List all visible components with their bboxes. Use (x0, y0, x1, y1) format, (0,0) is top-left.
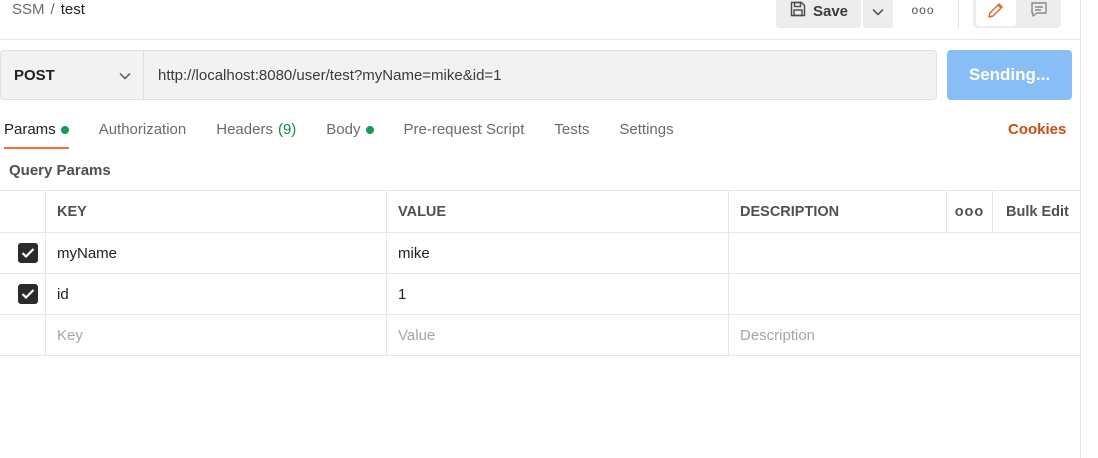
breadcrumb-separator: / (50, 1, 55, 18)
tab-label: Params (4, 121, 56, 138)
more-actions-button[interactable]: ooo (905, 0, 941, 20)
more-icon: ooo (954, 203, 985, 220)
param-description-cell[interactable] (728, 233, 1081, 273)
query-params-title: Query Params (9, 162, 111, 179)
bulk-edit-button[interactable]: Bulk Edit (992, 191, 1081, 232)
row-checkbox[interactable] (17, 284, 38, 304)
breadcrumb-collection[interactable]: SSM (12, 0, 45, 20)
tab-label: Headers (216, 121, 273, 138)
breadcrumb: SSM / test (12, 0, 85, 20)
comment-icon (1029, 0, 1049, 23)
save-options-button[interactable] (863, 0, 893, 28)
header-checkbox-column (0, 191, 45, 232)
column-header-description: DESCRIPTION (728, 191, 946, 232)
documentation-button[interactable] (976, 0, 1016, 26)
new-value-input[interactable]: Value (386, 315, 728, 355)
table-row: id 1 (0, 274, 1081, 315)
check-icon (21, 289, 34, 300)
tab-body[interactable]: Body (326, 118, 374, 150)
tab-label: Settings (619, 121, 674, 138)
breadcrumb-request-name[interactable]: test (61, 0, 85, 20)
chevron-down-icon (119, 67, 131, 83)
tab-label: Body (326, 121, 361, 138)
tab-label: Authorization (98, 121, 187, 138)
status-dot-icon (365, 126, 374, 134)
request-tabs: Params Authorization Headers (9) Body Pr… (4, 118, 704, 150)
url-input[interactable]: http://localhost:8080/user/test?myName=m… (143, 50, 937, 100)
send-button[interactable]: Sending... (947, 50, 1072, 100)
tab-params[interactable]: Params (4, 118, 69, 150)
params-table: KEY VALUE DESCRIPTION ooo Bulk Edit myNa… (0, 190, 1081, 356)
row-checkbox-cell (0, 233, 45, 273)
headers-count: (9) (277, 121, 297, 138)
save-label: Save (812, 2, 849, 20)
column-options-button[interactable]: ooo (946, 191, 992, 232)
tab-label: Pre-request Script (403, 121, 525, 138)
column-header-key: KEY (45, 191, 386, 232)
tab-headers[interactable]: Headers (9) (216, 118, 296, 150)
table-row-new: Key Value Description (0, 315, 1081, 356)
pencil-icon (986, 0, 1006, 23)
method-value: POST (14, 66, 55, 84)
new-key-input[interactable]: Key (45, 315, 386, 355)
comments-button[interactable] (1019, 0, 1059, 26)
tab-pre-request-script[interactable]: Pre-request Script (404, 118, 525, 150)
chevron-down-icon (872, 3, 884, 19)
column-header-value: VALUE (386, 191, 728, 232)
method-select[interactable]: POST (0, 50, 143, 100)
check-icon (21, 248, 34, 259)
save-button[interactable]: Save (776, 0, 861, 28)
row-checkbox-cell (0, 315, 45, 355)
more-icon: ooo (911, 3, 935, 17)
param-value-cell[interactable]: mike (386, 233, 728, 273)
cookies-link[interactable]: Cookies (1008, 118, 1066, 142)
tab-label: Tests (554, 121, 590, 138)
row-checkbox[interactable] (17, 243, 38, 263)
table-row: myName mike (0, 233, 1081, 274)
row-checkbox-cell (0, 274, 45, 314)
tab-authorization[interactable]: Authorization (99, 118, 187, 150)
param-key-cell[interactable]: myName (45, 233, 386, 273)
param-key-cell[interactable]: id (45, 274, 386, 314)
header-divider (0, 39, 1080, 40)
save-icon (789, 0, 807, 22)
tab-settings[interactable]: Settings (619, 118, 673, 150)
param-description-cell[interactable] (728, 274, 1081, 314)
tab-tests[interactable]: Tests (554, 118, 589, 150)
table-header-row: KEY VALUE DESCRIPTION ooo Bulk Edit (0, 190, 1081, 233)
param-value-cell[interactable]: 1 (386, 274, 728, 314)
toolbar-divider (958, 0, 959, 28)
new-description-input[interactable]: Description (728, 315, 1081, 355)
status-dot-icon (60, 126, 69, 134)
